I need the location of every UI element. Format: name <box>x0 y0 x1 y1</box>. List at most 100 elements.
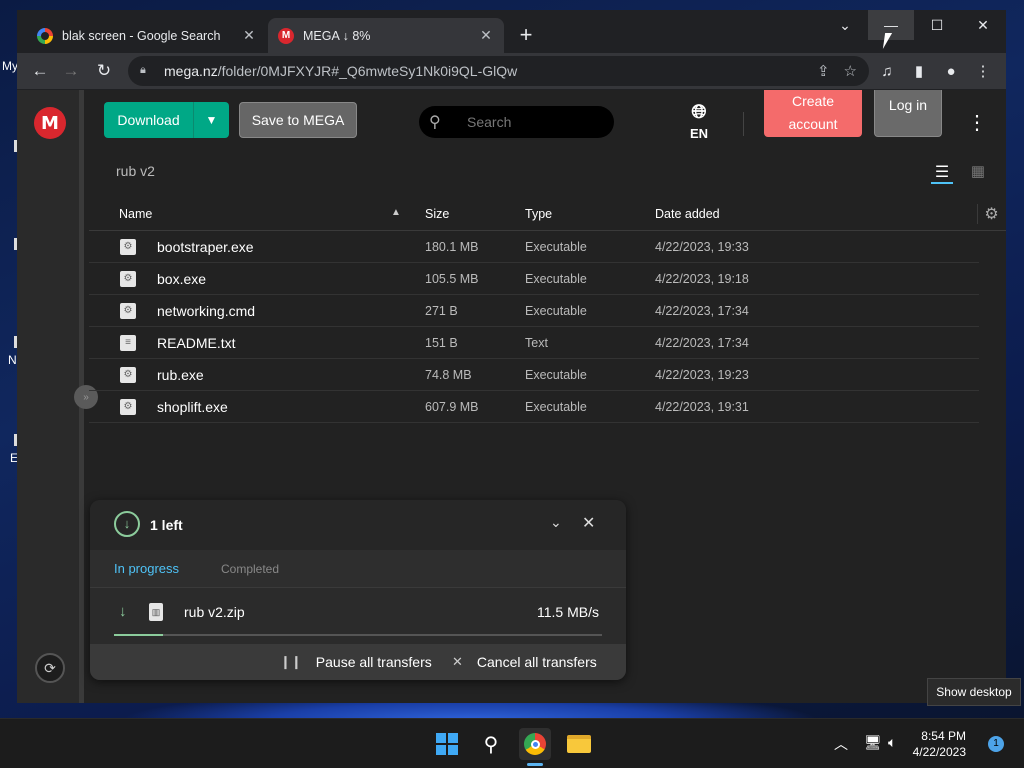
more-options-icon[interactable]: ⋮ <box>967 110 987 135</box>
transfer-manager-panel: ↓ 1 left ⌄ ✕ In progress Completed ↓ ▥ r… <box>90 500 626 680</box>
file-size: 271 B <box>425 304 458 318</box>
side-panel-icon[interactable]: ▮ <box>909 61 929 81</box>
clock-time: 8:54 PM <box>921 729 966 743</box>
download-label[interactable]: Download <box>104 102 194 138</box>
file-row[interactable]: ≡ README.txt 151 B Text 4/22/2023, 17:34 <box>89 327 979 359</box>
desktop-icon-label[interactable]: N <box>8 353 17 367</box>
login-button[interactable]: Log in <box>874 90 942 137</box>
close-icon[interactable]: ✕ <box>582 513 595 533</box>
network-icon[interactable]: 🖥︎ <box>864 734 882 751</box>
file-row[interactable]: ⚙ bootstraper.exe 180.1 MB Executable 4/22/2… <box>89 231 979 263</box>
cancel-icon: ✕ <box>452 654 463 669</box>
cancel-all-transfers-button[interactable]: ✕ Cancel all transfers <box>452 654 597 670</box>
file-row[interactable]: ⚙ rub.exe 74.8 MB Executable 4/22/2023, 19:2… <box>89 359 979 391</box>
chevron-down-icon[interactable]: ▼ <box>194 113 229 127</box>
media-control-icon[interactable]: ♫ <box>877 61 897 81</box>
mega-page: M ⟳ » Download ▼ Save to MEGA ⚲ Search 🌐… <box>17 90 1006 703</box>
reload-icon[interactable]: ↻ <box>92 59 116 83</box>
file-type: Text <box>525 336 548 350</box>
transfer-speed: 11.5 MB/s <box>537 604 599 620</box>
search-icon: ⚲ <box>429 114 441 131</box>
transfer-tabs: In progress Completed <box>90 550 626 588</box>
pause-all-label: Pause all transfers <box>315 654 432 670</box>
tab-google-search[interactable]: blak screen - Google Search ✕ <box>27 18 267 53</box>
column-name[interactable]: Name <box>119 207 152 221</box>
file-row[interactable]: ⚙ networking.cmd 271 B Executable 4/22/2023,… <box>89 295 979 327</box>
file-name[interactable]: box.exe <box>157 271 206 287</box>
file-type: Executable <box>525 368 587 382</box>
file-size: 74.8 MB <box>425 368 472 382</box>
new-tab-button[interactable]: + <box>514 24 538 46</box>
file-name[interactable]: README.txt <box>157 335 236 351</box>
search-input[interactable]: ⚲ Search <box>419 106 614 138</box>
folder-icon <box>567 735 591 753</box>
tab-search-icon[interactable]: ⌄ <box>822 10 868 40</box>
bookmark-star-icon[interactable]: ☆ <box>844 62 857 80</box>
forward-arrow-icon[interactable]: → <box>59 59 83 83</box>
close-window-button[interactable]: ✕ <box>960 10 1006 40</box>
taskbar-clock[interactable]: 8:54 PM 4/22/2023 <box>912 728 966 760</box>
share-icon[interactable]: ⇪ <box>817 62 830 80</box>
collapse-chevron-icon[interactable]: ⌄ <box>550 514 562 531</box>
close-tab-icon[interactable]: ✕ <box>478 27 494 44</box>
tab-mega[interactable]: M MEGA ↓ 8% ✕ <box>268 18 504 53</box>
zip-file-icon: ▥ <box>149 603 163 621</box>
tab-title: blak screen - Google Search <box>62 28 221 43</box>
save-to-mega-button[interactable]: Save to MEGA <box>239 102 357 138</box>
download-button[interactable]: Download ▼ <box>104 102 229 138</box>
text-file-icon: ≡ <box>120 335 136 351</box>
start-button[interactable] <box>431 728 463 760</box>
taskbar-search-icon[interactable]: ⚲ <box>475 728 507 760</box>
browser-toolbar: ← → ↻ 🔒︎ mega.nz/folder/0MJFXYJR#_Q6mwte… <box>17 53 1006 90</box>
file-size: 105.5 MB <box>425 272 479 286</box>
tab-in-progress[interactable]: In progress <box>114 561 179 576</box>
close-tab-icon[interactable]: ✕ <box>241 27 257 44</box>
executable-file-icon: ⚙ <box>120 239 136 255</box>
language-code: EN <box>689 126 709 141</box>
lock-icon: 🔒︎ <box>140 64 146 76</box>
tab-completed[interactable]: Completed <box>221 562 279 576</box>
tab-title: MEGA ↓ 8% <box>303 28 371 43</box>
back-arrow-icon[interactable]: ← <box>28 59 52 83</box>
file-date: 4/22/2023, 17:34 <box>655 304 749 318</box>
grid-view-icon[interactable]: ▦ <box>967 162 989 184</box>
file-name[interactable]: shoplift.exe <box>157 399 228 415</box>
file-type: Executable <box>525 400 587 414</box>
mega-logo[interactable]: M <box>34 107 66 139</box>
pause-all-transfers-button[interactable]: ❙❙ Pause all transfers <box>280 654 432 670</box>
volume-icon[interactable]: 🔈︎ <box>888 734 896 751</box>
google-icon <box>37 27 53 44</box>
taskbar: ⚲ ︿ 🖥︎ 🔈︎ 8:54 PM 4/22/2023 1 <box>0 718 1024 768</box>
profile-icon[interactable]: ● <box>941 61 961 81</box>
search-placeholder: Search <box>467 114 512 130</box>
language-selector[interactable]: 🌐︎ EN <box>681 102 717 141</box>
tray-chevron-up-icon[interactable]: ︿ <box>834 734 848 754</box>
breadcrumb: rub v2 <box>116 163 155 179</box>
url-text[interactable]: mega.nz/folder/0MJFXYJR#_Q6mwteSy1Nk0i9Q… <box>164 63 803 79</box>
file-name[interactable]: bootstraper.exe <box>157 239 254 255</box>
show-desktop-tooltip: Show desktop <box>927 678 1021 706</box>
file-name[interactable]: networking.cmd <box>157 303 255 319</box>
menu-kebab-icon[interactable]: ⋮ <box>973 61 993 81</box>
column-date-added[interactable]: Date added <box>655 207 720 221</box>
sync-icon[interactable]: ⟳ <box>35 653 65 683</box>
column-settings-gear-icon[interactable]: ⚙ <box>977 204 1005 224</box>
transfer-item[interactable]: ↓ ▥ rub v2.zip 11.5 MB/s <box>90 588 626 644</box>
notification-badge[interactable]: 1 <box>988 736 1004 752</box>
file-date: 4/22/2023, 19:31 <box>655 400 749 414</box>
file-row[interactable]: ⚙ box.exe 105.5 MB Executable 4/22/2023, 19:… <box>89 263 979 295</box>
create-account-button[interactable]: Create account <box>764 90 862 137</box>
taskbar-chrome-button[interactable] <box>519 728 551 760</box>
desktop-icon-label[interactable]: My <box>2 59 18 73</box>
column-size[interactable]: Size <box>425 207 449 221</box>
maximize-button[interactable]: ☐ <box>914 10 960 40</box>
active-app-indicator <box>527 763 543 766</box>
address-bar[interactable]: 🔒︎ mega.nz/folder/0MJFXYJR#_Q6mwteSy1Nk0… <box>128 56 869 86</box>
sort-ascending-icon[interactable]: ▲ <box>391 207 401 218</box>
file-row[interactable]: ⚙ shoplift.exe 607.9 MB Executable 4/22/2023… <box>89 391 979 423</box>
file-name[interactable]: rub.exe <box>157 367 204 383</box>
clock-date: 4/22/2023 <box>912 745 966 759</box>
list-view-icon[interactable]: ☰ <box>931 162 953 184</box>
column-type[interactable]: Type <box>525 207 552 221</box>
taskbar-file-explorer-button[interactable] <box>563 728 595 760</box>
